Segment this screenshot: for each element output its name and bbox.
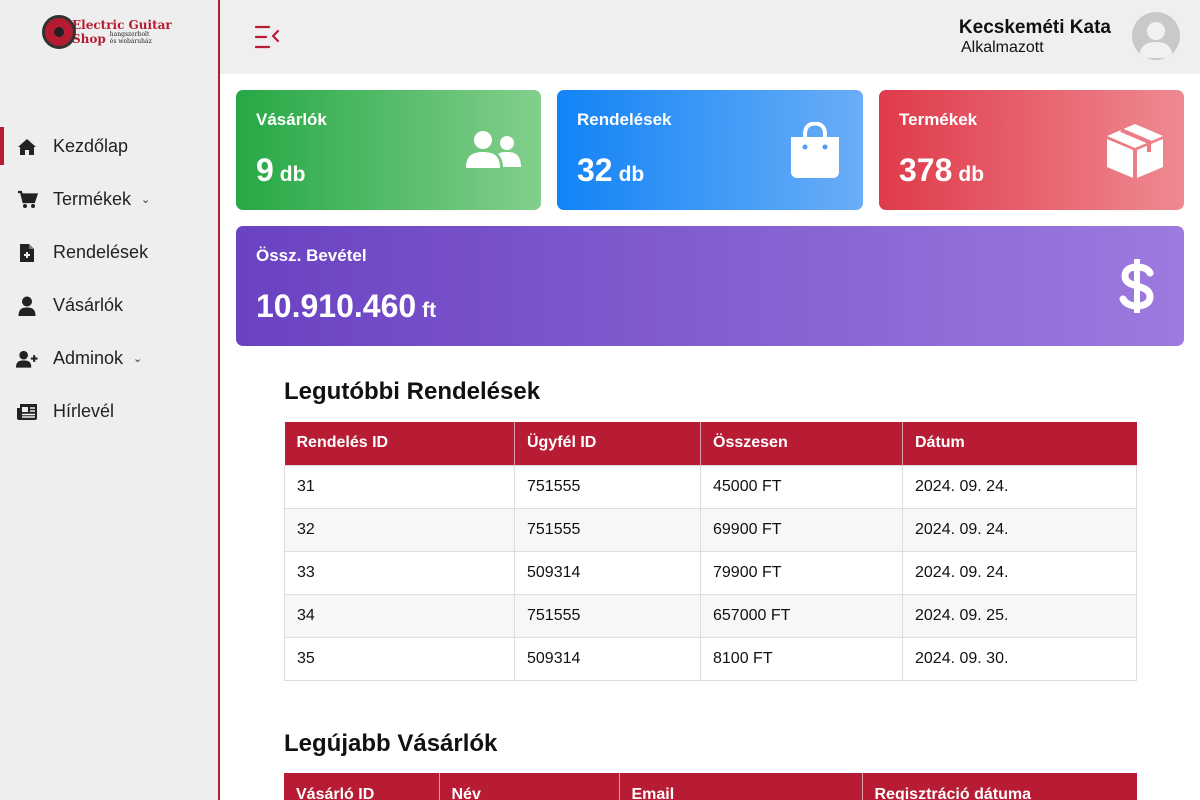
sidebar-item-kezdolap[interactable]: Kezdőlap xyxy=(0,120,218,173)
shopping-bag-icon xyxy=(790,121,840,184)
sidebar-item-label: Adminok xyxy=(53,348,124,368)
table-cell: 45000 FT xyxy=(700,464,903,509)
sidebar: Electric Guitar Shop hangszerbolt és web… xyxy=(0,0,220,800)
card-unit: db xyxy=(618,163,645,186)
table-header-row: Vásárló ID Név Email Regisztráció dátuma xyxy=(284,773,1137,800)
table-cell: 32 xyxy=(284,507,515,552)
sidebar-nav: Kezdőlap Termékek ⌄ Rendelések Vásárlók xyxy=(0,120,218,438)
user-role: Alkalmazott xyxy=(961,39,1044,56)
table-row[interactable]: 35 509314 8100 FT 2024. 09. 30. xyxy=(284,636,1137,681)
card-title: Össz. Bevétel xyxy=(256,246,367,265)
chevron-down-icon: ⌄ xyxy=(133,353,143,365)
card-value: 378 xyxy=(899,152,953,188)
table-cell: 31 xyxy=(284,464,515,509)
home-icon xyxy=(16,136,38,158)
table-cell: 69900 FT xyxy=(700,507,903,552)
recent-orders-title: Legutóbbi Rendelések xyxy=(284,378,541,405)
box-icon xyxy=(1105,122,1165,185)
table-header-row: Rendelés ID Ügyfél ID Összesen Dátum xyxy=(284,422,1137,465)
table-cell: 2024. 09. 30. xyxy=(902,636,1137,681)
column-header[interactable]: Regisztráció dátuma xyxy=(862,773,1137,800)
menu-collapse-icon[interactable] xyxy=(254,24,282,50)
new-customers-title: Legújabb Vásárlók xyxy=(284,730,498,757)
topbar: Kecskeméti Kata Alkalmazott xyxy=(220,0,1200,74)
card-unit: db xyxy=(279,163,306,186)
dollar-icon xyxy=(1119,258,1155,319)
logo-subtitle-2: és webáruház xyxy=(109,37,152,45)
table-row[interactable]: 31 751555 45000 FT 2024. 09. 24. xyxy=(284,464,1137,509)
card-value: 9 xyxy=(256,152,274,188)
logo-disc-icon xyxy=(42,15,76,49)
recent-orders-table: Rendelés ID Ügyfél ID Összesen Dátum 31 … xyxy=(284,422,1137,681)
sidebar-item-rendelesek[interactable]: Rendelések xyxy=(0,226,218,279)
logo-title: Electric Guitar xyxy=(72,17,172,32)
column-header[interactable]: Név xyxy=(439,773,620,800)
user-plus-icon xyxy=(16,348,38,370)
card-title: Vásárlók xyxy=(256,110,327,129)
customers-stat-card[interactable]: Vásárlók 9 db xyxy=(236,90,541,210)
products-stat-card[interactable]: Termékek 378 db xyxy=(879,90,1184,210)
sidebar-item-termekek[interactable]: Termékek ⌄ xyxy=(0,173,218,226)
logo-shop: Shop xyxy=(72,31,106,46)
table-cell: 751555 xyxy=(514,507,701,552)
table-cell: 657000 FT xyxy=(700,593,903,638)
new-customers-table: Vásárló ID Név Email Regisztráció dátuma xyxy=(284,773,1137,800)
chevron-down-icon: ⌄ xyxy=(141,194,151,206)
user-icon xyxy=(16,295,38,317)
sidebar-item-label: Termékek xyxy=(53,189,132,209)
sidebar-item-label: Rendelések xyxy=(53,242,149,262)
table-cell: 509314 xyxy=(514,636,701,681)
table-cell: 79900 FT xyxy=(700,550,903,595)
table-cell: 2024. 09. 25. xyxy=(902,593,1137,638)
column-header[interactable]: Dátum xyxy=(902,422,1137,465)
newspaper-icon xyxy=(16,401,38,423)
card-value: 10.910.460 xyxy=(256,288,417,324)
sidebar-item-label: Vásárlók xyxy=(53,295,124,315)
column-header[interactable]: Email xyxy=(619,773,863,800)
user-name: Kecskeméti Kata xyxy=(958,17,1111,38)
sidebar-item-hirlevel[interactable]: Hírlevél xyxy=(0,385,218,438)
table-cell: 35 xyxy=(284,636,515,681)
sidebar-item-adminok[interactable]: Adminok ⌄ xyxy=(0,332,218,385)
table-cell: 509314 xyxy=(514,550,701,595)
column-header[interactable]: Vásárló ID xyxy=(284,773,440,800)
column-header[interactable]: Rendelés ID xyxy=(284,422,515,465)
card-value: 32 xyxy=(577,152,613,188)
cart-icon xyxy=(16,189,38,211)
card-title: Termékek xyxy=(899,110,978,129)
table-cell: 2024. 09. 24. xyxy=(902,464,1137,509)
revenue-stat-card[interactable]: Össz. Bevétel 10.910.460 ft xyxy=(236,226,1184,346)
orders-stat-card[interactable]: Rendelések 32 db xyxy=(557,90,863,210)
avatar[interactable] xyxy=(1132,12,1180,60)
card-title: Rendelések xyxy=(577,110,672,129)
sidebar-item-label: Kezdőlap xyxy=(53,136,129,156)
sidebar-item-vasarlok[interactable]: Vásárlók xyxy=(0,279,218,332)
table-cell: 751555 xyxy=(514,593,701,638)
table-cell: 2024. 09. 24. xyxy=(902,550,1137,595)
table-cell: 751555 xyxy=(514,464,701,509)
card-unit: db xyxy=(958,163,985,186)
table-cell: 33 xyxy=(284,550,515,595)
table-cell: 8100 FT xyxy=(700,636,903,681)
table-row[interactable]: 32 751555 69900 FT 2024. 09. 24. xyxy=(284,507,1137,552)
sidebar-item-label: Hírlevél xyxy=(53,401,115,421)
users-icon xyxy=(464,130,522,175)
shop-logo[interactable]: Electric Guitar Shop hangszerbolt és web… xyxy=(42,12,182,52)
card-unit: ft xyxy=(422,299,437,322)
table-row[interactable]: 34 751555 657000 FT 2024. 09. 25. xyxy=(284,593,1137,638)
table-row[interactable]: 33 509314 79900 FT 2024. 09. 24. xyxy=(284,550,1137,595)
file-plus-icon xyxy=(16,242,38,264)
table-cell: 34 xyxy=(284,593,515,638)
column-header[interactable]: Ügyfél ID xyxy=(514,422,701,465)
table-cell: 2024. 09. 24. xyxy=(902,507,1137,552)
column-header[interactable]: Összesen xyxy=(700,422,903,465)
